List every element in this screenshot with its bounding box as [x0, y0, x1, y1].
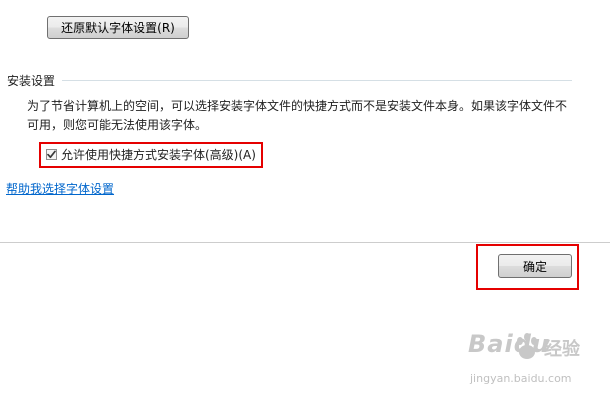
install-settings-heading: 安装设置 [7, 74, 56, 88]
install-settings-description: 为了节省计算机上的空间，可以选择安装字体文件的快捷方式而不是安装文件本身。如果该… [27, 99, 568, 132]
section-divider [62, 80, 572, 81]
checkbox-highlight-box [39, 142, 263, 168]
jingyan-text: 经验 [544, 339, 580, 360]
restore-default-font-settings-button[interactable]: 还原默认字体设置(R) [47, 16, 189, 39]
ok-button-highlight-box [476, 244, 579, 290]
footer-divider [0, 242, 610, 243]
watermark-url: jingyan.baidu.com [470, 372, 572, 385]
baidu-jingyan-watermark: Baidu 经验 jingyan.baidu.com [460, 330, 600, 400]
help-choose-font-settings-link[interactable]: 帮助我选择字体设置 [6, 180, 114, 197]
baidu-paw-icon [517, 333, 537, 359]
